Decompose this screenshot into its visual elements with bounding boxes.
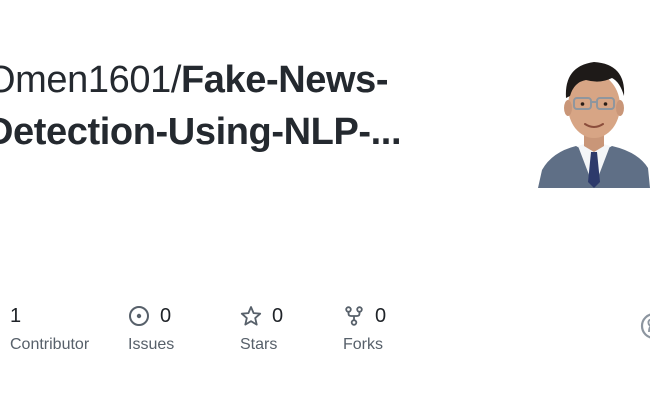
repo-title-line-1: Omen1601/Fake-News- [0,54,456,106]
stat-contributors[interactable]: 1 Contributor [10,302,89,356]
contributors-count: 1 [10,305,22,327]
stat-forks[interactable]: 0 Forks [343,302,386,356]
star-icon [240,305,262,327]
issues-label: Issues [128,336,175,353]
repo-title[interactable]: Omen1601/Fake-News- Detection-Using-NLP-… [0,54,456,158]
stars-label: Stars [240,336,278,353]
issue-icon [128,305,150,327]
github-logo-icon [640,312,650,340]
repo-name-part-1: Fake-News- [180,59,389,101]
stat-issues[interactable]: 0 Issues [128,302,174,356]
stars-count: 0 [272,305,284,327]
owner-avatar [538,52,650,188]
forks-count: 0 [375,305,387,327]
fork-icon [343,305,365,327]
repo-name-part-2: Detection-Using-NLP-... [0,111,402,153]
repo-social-card: Omen1601/Fake-News- Detection-Using-NLP-… [0,0,650,400]
contributors-label: Contributor [10,336,90,353]
stat-stars[interactable]: 0 Stars [240,302,283,356]
repo-owner: Omen1601/ [0,59,181,101]
avatar-portrait-icon [538,62,650,188]
issues-count: 0 [160,305,172,327]
forks-label: Forks [343,336,383,353]
repo-stats: 1 Contributor 0 Issues 0 Stars 0 Forks [0,302,650,362]
